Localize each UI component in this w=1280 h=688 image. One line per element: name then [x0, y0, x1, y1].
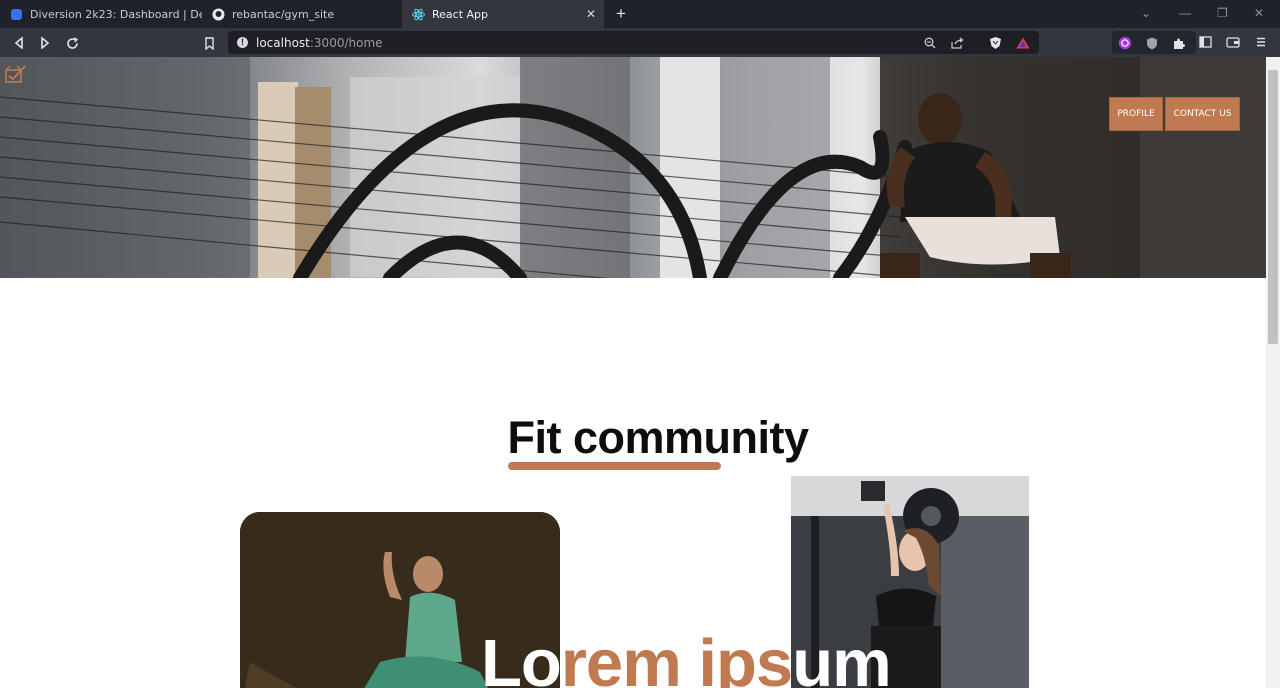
tab-title: Diversion 2k23: Dashboard | Devfolio	[30, 7, 202, 21]
github-icon	[212, 8, 225, 21]
gym-logo-icon[interactable]	[4, 63, 28, 85]
menu-icon[interactable]	[1253, 34, 1269, 50]
minimize-icon[interactable]: —	[1179, 6, 1191, 20]
tab-title: rebantac/gym_site	[232, 7, 335, 21]
extensions-puzzle-icon[interactable]	[1170, 35, 1186, 51]
tab-strip: Diversion 2k23: Dashboard | Devfolio reb…	[0, 0, 1280, 28]
site-info-icon[interactable]: !	[237, 37, 248, 48]
tab-devfolio[interactable]: Diversion 2k23: Dashboard | Devfolio	[0, 0, 202, 28]
site-nav: PROFILE CONTACT US	[1109, 97, 1240, 131]
contact-us-button[interactable]: CONTACT US	[1165, 97, 1240, 131]
url-text[interactable]: localhost:3000/home	[256, 36, 383, 50]
zoom-icon[interactable]	[922, 35, 938, 51]
extensions-bar	[1112, 31, 1196, 54]
section-heading: Fit community	[507, 412, 809, 463]
reload-button[interactable]	[62, 33, 82, 53]
back-button[interactable]	[9, 33, 29, 53]
page-viewport: PROFILE CONTACT US Fit community Lorem i…	[0, 57, 1266, 688]
brave-rewards-icon[interactable]	[1015, 35, 1031, 51]
hero-photo	[0, 57, 1266, 278]
tab-react-app[interactable]: React App ✕	[402, 0, 604, 28]
address-bar[interactable]: ! localhost:3000/home	[228, 31, 1039, 54]
scrollbar-thumb[interactable]	[1268, 70, 1278, 344]
close-tab-icon[interactable]: ✕	[586, 7, 596, 21]
tab-title: React App	[432, 7, 489, 21]
maximize-icon[interactable]: ❐	[1217, 6, 1228, 20]
tab-search-icon[interactable]: ⌄	[1141, 6, 1151, 20]
bookmark-icon[interactable]	[199, 33, 219, 53]
new-tab-button[interactable]: +	[612, 4, 630, 24]
tab-github[interactable]: rebantac/gym_site	[202, 0, 402, 28]
react-icon	[412, 8, 425, 21]
profile-button[interactable]: PROFILE	[1109, 97, 1163, 131]
devfolio-icon	[10, 8, 23, 21]
share-icon[interactable]	[949, 35, 965, 51]
browser-toolbar: ! localhost:3000/home	[0, 28, 1280, 57]
hero-banner: PROFILE CONTACT US	[0, 57, 1266, 278]
close-window-icon[interactable]: ✕	[1254, 6, 1264, 20]
vpn-extension-icon[interactable]	[1117, 35, 1133, 51]
sidebar-icon[interactable]	[1197, 34, 1213, 50]
heading-underline	[508, 462, 721, 470]
lorem-ipsum-heading: Lorem ipsum	[481, 626, 892, 688]
brave-shields-icon[interactable]	[987, 35, 1003, 51]
shield-extension-icon[interactable]	[1144, 35, 1160, 51]
wallet-icon[interactable]	[1225, 34, 1241, 50]
forward-button[interactable]	[35, 33, 55, 53]
